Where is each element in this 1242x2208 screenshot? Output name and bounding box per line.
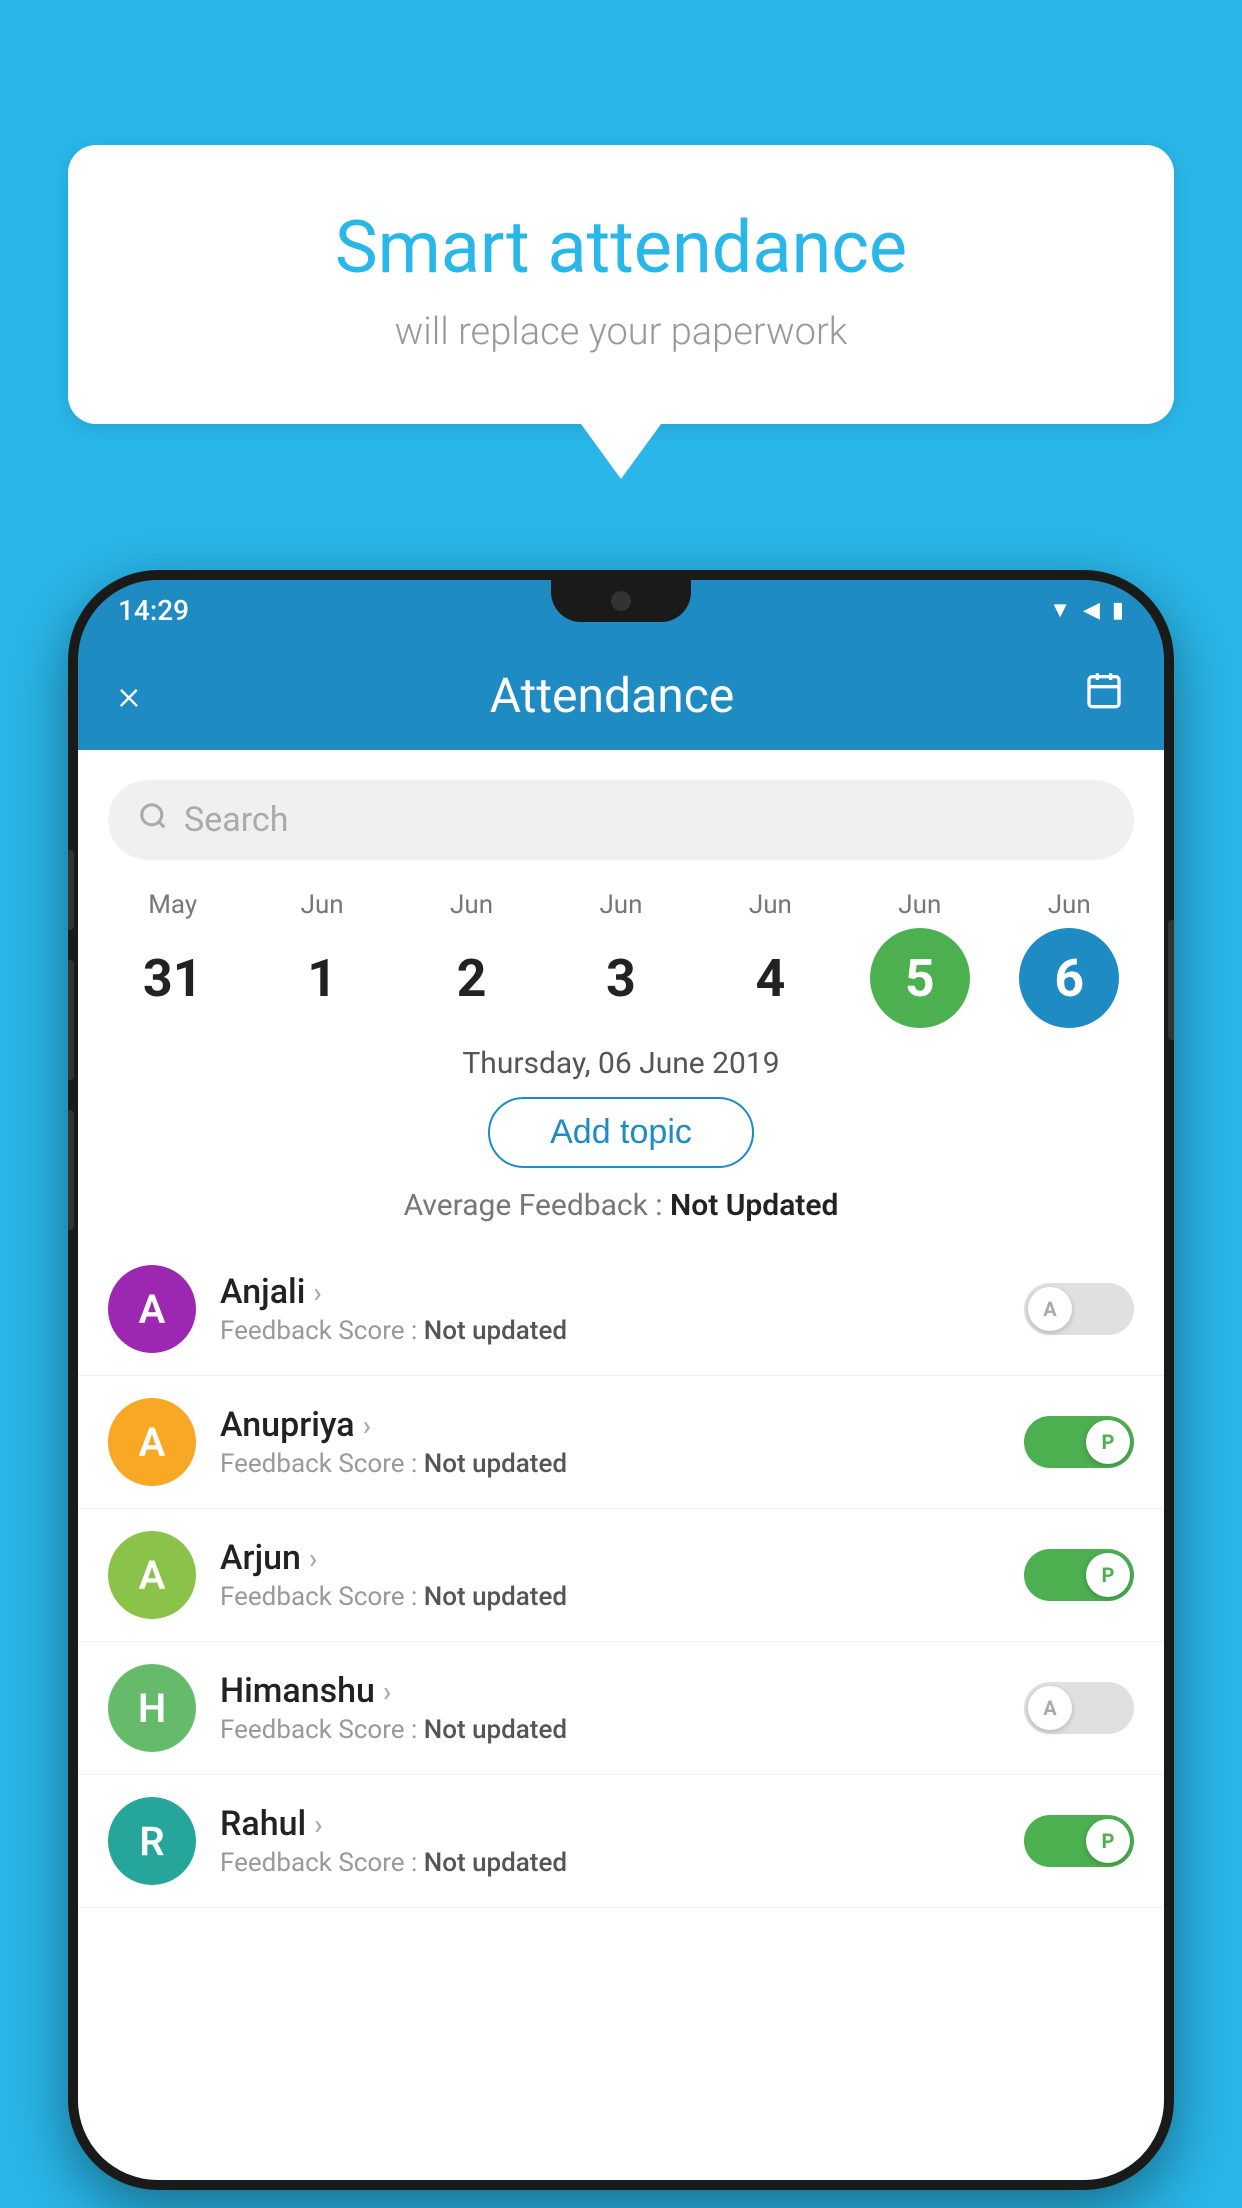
toggle-thumb: P (1086, 1553, 1130, 1597)
phone-notch (551, 580, 691, 622)
search-placeholder: Search (184, 800, 288, 840)
date-month: Jun (898, 890, 941, 920)
add-topic-button[interactable]: Add topic (488, 1097, 754, 1168)
speech-bubble-subtitle: will replace your paperwork (148, 310, 1094, 354)
date-month: Jun (1048, 890, 1091, 920)
date-col[interactable]: Jun 4 (710, 890, 830, 1028)
date-number[interactable]: 3 (571, 928, 671, 1028)
student-name: Arjun › (220, 1538, 1000, 1578)
avatar: R (108, 1797, 196, 1885)
date-month: Jun (599, 890, 642, 920)
date-col[interactable]: Jun 5 (860, 890, 980, 1028)
attendance-toggle[interactable]: P (1024, 1416, 1134, 1468)
student-info: Rahul › Feedback Score : Not updated (220, 1804, 1000, 1878)
phone-silent-button (68, 1110, 74, 1230)
phone-volume-up-button (68, 850, 74, 930)
date-col[interactable]: Jun 1 (262, 890, 382, 1028)
student-name: Rahul › (220, 1804, 1000, 1844)
attendance-toggle[interactable]: A (1024, 1283, 1134, 1335)
selected-date-label: Thursday, 06 June 2019 (78, 1046, 1164, 1081)
chevron-right-icon: › (383, 1675, 391, 1708)
front-camera (611, 591, 631, 611)
date-number[interactable]: 6 (1019, 928, 1119, 1028)
student-feedback: Feedback Score : Not updated (220, 1449, 1000, 1479)
feedback-prefix: Average Feedback : (404, 1188, 670, 1223)
signal-icon: ◀ (1083, 598, 1100, 623)
toggle-thumb: P (1086, 1420, 1130, 1464)
date-col[interactable]: Jun 2 (412, 890, 532, 1028)
avatar: H (108, 1664, 196, 1752)
status-time: 14:29 (118, 594, 189, 627)
student-row[interactable]: A Anjali › Feedback Score : Not updated A (78, 1243, 1164, 1376)
student-row[interactable]: A Arjun › Feedback Score : Not updated P (78, 1509, 1164, 1642)
date-month: Jun (301, 890, 344, 920)
student-feedback: Feedback Score : Not updated (220, 1582, 1000, 1612)
student-info: Anjali › Feedback Score : Not updated (220, 1272, 1000, 1346)
app-content: Search May 31 Jun 1 Jun 2 Jun 3 Jun 4 Jun 5 Jun 6 Thu… (78, 750, 1164, 2180)
average-feedback: Average Feedback : Not Updated (78, 1188, 1164, 1223)
search-bar[interactable]: Search (108, 780, 1134, 860)
attendance-toggle[interactable]: P (1024, 1815, 1134, 1867)
chevron-right-icon: › (313, 1276, 321, 1309)
date-col[interactable]: Jun 6 (1009, 890, 1129, 1028)
student-feedback: Feedback Score : Not updated (220, 1848, 1000, 1878)
speech-bubble: Smart attendance will replace your paper… (68, 145, 1174, 424)
avatar: A (108, 1531, 196, 1619)
chevron-right-icon: › (363, 1409, 371, 1442)
date-number[interactable]: 2 (422, 928, 522, 1028)
app-title: Attendance (490, 667, 735, 724)
student-feedback: Feedback Score : Not updated (220, 1316, 1000, 1346)
date-month: Jun (450, 890, 493, 920)
speech-bubble-title: Smart attendance (148, 205, 1094, 290)
wifi-icon: ▼ (1049, 597, 1071, 623)
phone-power-button (1168, 920, 1174, 1040)
date-number[interactable]: 1 (272, 928, 372, 1028)
toggle-thumb: A (1028, 1686, 1072, 1730)
avatar: A (108, 1265, 196, 1353)
student-name: Himanshu › (220, 1671, 1000, 1711)
chevron-right-icon: › (309, 1542, 317, 1575)
phone-screen: 14:29 ▼ ◀ ▮ × Attendance (78, 580, 1164, 2180)
student-info: Himanshu › Feedback Score : Not updated (220, 1671, 1000, 1745)
phone-volume-down-button (68, 960, 74, 1080)
student-row[interactable]: A Anupriya › Feedback Score : Not updated P (78, 1376, 1164, 1509)
toggle-thumb: P (1086, 1819, 1130, 1863)
student-info: Arjun › Feedback Score : Not updated (220, 1538, 1000, 1612)
chevron-right-icon: › (314, 1808, 322, 1841)
student-row[interactable]: H Himanshu › Feedback Score : Not updated A (78, 1642, 1164, 1775)
date-number[interactable]: 4 (720, 928, 820, 1028)
date-strip: May 31 Jun 1 Jun 2 Jun 3 Jun 4 Jun 5 Jun 6 (78, 880, 1164, 1028)
feedback-value: Not Updated (670, 1188, 838, 1223)
date-number[interactable]: 31 (123, 928, 223, 1028)
calendar-icon[interactable] (1084, 670, 1124, 720)
date-col[interactable]: Jun 3 (561, 890, 681, 1028)
attendance-toggle[interactable]: A (1024, 1682, 1134, 1734)
speech-bubble-container: Smart attendance will replace your paper… (68, 145, 1174, 479)
student-list: AAnjali ›Feedback Score : Not updatedAAA… (78, 1243, 1164, 1908)
date-number[interactable]: 5 (870, 928, 970, 1028)
attendance-toggle[interactable]: P (1024, 1549, 1134, 1601)
speech-bubble-tail (581, 424, 661, 479)
app-header: × Attendance (78, 640, 1164, 750)
search-icon (138, 800, 168, 840)
student-info: Anupriya › Feedback Score : Not updated (220, 1405, 1000, 1479)
student-name: Anjali › (220, 1272, 1000, 1312)
close-button[interactable]: × (118, 671, 140, 720)
status-bar: 14:29 ▼ ◀ ▮ (78, 580, 1164, 640)
toggle-thumb: A (1028, 1287, 1072, 1331)
phone-frame: 14:29 ▼ ◀ ▮ × Attendance (68, 570, 1174, 2190)
date-month: May (148, 890, 197, 920)
status-icons: ▼ ◀ ▮ (1049, 597, 1124, 623)
student-row[interactable]: R Rahul › Feedback Score : Not updated P (78, 1775, 1164, 1908)
battery-icon: ▮ (1112, 598, 1124, 623)
student-name: Anupriya › (220, 1405, 1000, 1445)
student-feedback: Feedback Score : Not updated (220, 1715, 1000, 1745)
date-col[interactable]: May 31 (113, 890, 233, 1028)
date-month: Jun (749, 890, 792, 920)
avatar: A (108, 1398, 196, 1486)
